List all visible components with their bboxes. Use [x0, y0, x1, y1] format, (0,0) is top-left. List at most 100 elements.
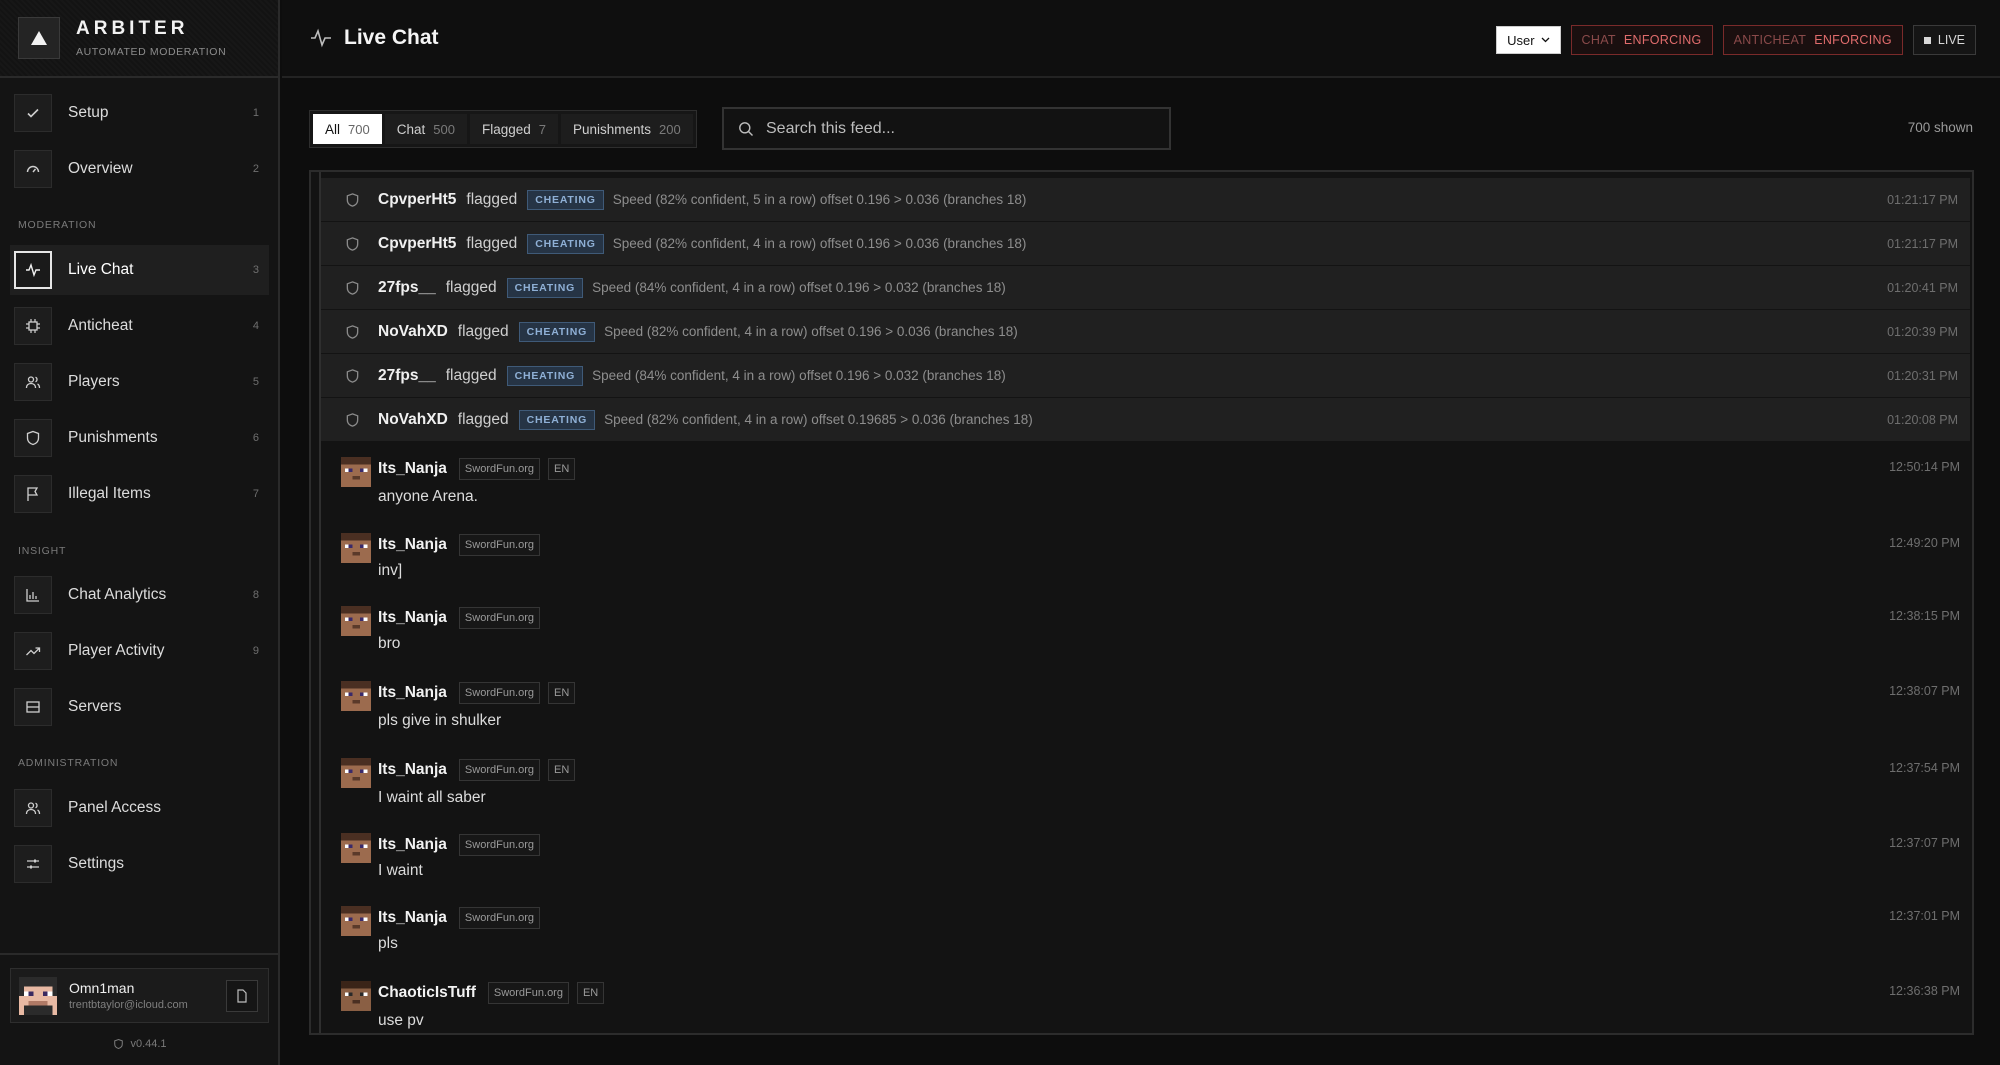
topbar: Live Chat User CHAT ENFORCING ANTICHEAT …	[282, 0, 2000, 78]
shield-icon	[346, 192, 359, 207]
message-text: bro	[378, 635, 401, 652]
filter-count: 500	[433, 121, 455, 137]
flag-row[interactable]: CpvperHt5 flagged CHEATING Speed (82% co…	[321, 178, 1970, 222]
player-name[interactable]: Its_Nanja	[378, 609, 447, 627]
search-icon	[739, 121, 753, 136]
activity-icon	[311, 28, 331, 48]
anticheat-status-badge[interactable]: ANTICHEAT ENFORCING	[1722, 25, 1903, 55]
player-name[interactable]: NoVahXD	[378, 411, 448, 429]
nav-item-panel-access[interactable]: Panel Access	[10, 783, 269, 833]
nav-shortcut: 7	[252, 488, 259, 500]
server-badge: SwordFun.org	[458, 534, 541, 556]
nav-item-setup[interactable]: Setup 1	[10, 88, 269, 138]
player-name[interactable]: Its_Nanja	[378, 836, 447, 854]
check-icon	[14, 94, 52, 132]
shield-icon	[114, 1038, 124, 1050]
nav-item-live-chat[interactable]: Live Chat 3	[10, 245, 269, 295]
status-value: ENFORCING	[1623, 33, 1702, 47]
filter-label: Punishments	[572, 121, 652, 137]
chat-message[interactable]: Its_Nanja SwordFun.org I waint 12:37:07 …	[321, 830, 1972, 902]
search-input[interactable]	[766, 119, 1146, 138]
nav-item-player-activity[interactable]: Player Activity 9	[10, 626, 269, 676]
nav-label: Punishments	[68, 429, 158, 446]
player-avatar	[341, 457, 371, 487]
player-name[interactable]: CpvperHt5	[378, 191, 456, 209]
cheating-tag: CHEATING	[506, 365, 584, 386]
flag-row[interactable]: NoVahXD flagged CHEATING Speed (82% conf…	[321, 398, 1970, 442]
flag-verb: flagged	[457, 410, 509, 428]
version-label: v0.44.1	[130, 1038, 167, 1050]
chat-message[interactable]: Its_Nanja SwordFun.org EN I waint all sa…	[321, 755, 1972, 827]
nav-item-illegal-items[interactable]: Illegal Items 7	[10, 469, 269, 519]
users-icon	[14, 363, 52, 401]
nav-shortcut: 1	[252, 107, 259, 119]
nav-item-anticheat[interactable]: Anticheat 4	[10, 301, 269, 351]
section-label-insight: INSIGHT	[18, 545, 67, 557]
chip-icon	[14, 307, 52, 345]
player-name[interactable]: 27fps__	[378, 367, 436, 385]
chat-message[interactable]: Its_Nanja SwordFun.org EN anyone Arena. …	[321, 454, 1972, 526]
player-name[interactable]: Its_Nanja	[378, 761, 447, 779]
flag-detail: Speed (82% confident, 4 in a row) offset…	[604, 324, 1018, 339]
timestamp: 01:21:17 PM	[1887, 237, 1958, 251]
nav-item-servers[interactable]: Servers	[10, 682, 269, 732]
nav-item-chat-analytics[interactable]: Chat Analytics 8	[10, 570, 269, 620]
server-badge: SwordFun.org	[458, 458, 541, 480]
player-name[interactable]: NoVahXD	[378, 323, 448, 341]
flag-detail: Speed (84% confident, 4 in a row) offset…	[592, 368, 1006, 383]
filter-punishments[interactable]: Punishments 200	[560, 114, 693, 144]
chat-message[interactable]: Its_Nanja SwordFun.org bro 12:38:15 PM	[321, 603, 1972, 675]
timestamp: 01:21:17 PM	[1887, 193, 1958, 207]
flag-detail: Speed (82% confident, 5 in a row) offset…	[612, 192, 1027, 207]
player-name[interactable]: CpvperHt5	[378, 235, 456, 253]
flag-verb: flagged	[466, 190, 518, 208]
chat-message[interactable]: ChaoticIsTuff SwordFun.org EN use pv 12:…	[321, 978, 1972, 1033]
chat-status-badge[interactable]: CHAT ENFORCING	[1570, 25, 1713, 55]
status-key: CHAT	[1581, 33, 1616, 47]
search-box	[722, 107, 1171, 150]
language-badge: EN	[576, 982, 605, 1004]
player-name[interactable]: 27fps__	[378, 279, 436, 297]
player-name[interactable]: Its_Nanja	[378, 684, 447, 702]
nav-shortcut: 8	[252, 589, 259, 601]
filter-all[interactable]: All 700	[313, 114, 382, 144]
flag-row[interactable]: CpvperHt5 flagged CHEATING Speed (82% co…	[321, 222, 1970, 266]
flag-row[interactable]: 27fps__ flagged CHEATING Speed (84% conf…	[321, 354, 1970, 398]
message-text: I waint	[378, 862, 423, 879]
shield-icon	[346, 368, 359, 383]
filter-chat[interactable]: Chat 500	[384, 114, 467, 144]
player-name[interactable]: Its_Nanja	[378, 536, 447, 554]
status-key: ANTICHEAT	[1733, 33, 1807, 47]
chat-message[interactable]: Its_Nanja SwordFun.org EN pls give in sh…	[321, 678, 1972, 750]
users-icon	[14, 789, 52, 827]
nav-item-punishments[interactable]: Punishments 6	[10, 413, 269, 463]
nav-label: Settings	[68, 855, 125, 872]
player-name[interactable]: ChaoticIsTuff	[378, 984, 476, 1002]
flag-row[interactable]: NoVahXD flagged CHEATING Speed (82% conf…	[321, 310, 1970, 354]
chevron-down-icon	[1541, 37, 1550, 43]
player-name[interactable]: Its_Nanja	[378, 460, 447, 478]
user-card[interactable]: Omn1man trentbtaylor@icloud.com	[10, 968, 269, 1023]
timestamp: 01:20:08 PM	[1887, 413, 1958, 427]
player-avatar	[341, 606, 371, 636]
nav-item-players[interactable]: Players 5	[10, 357, 269, 407]
chat-message[interactable]: Its_Nanja SwordFun.org inv] 12:49:20 PM	[321, 530, 1972, 602]
nav-item-overview[interactable]: Overview 2	[10, 144, 269, 194]
section-label-administration: ADMINISTRATION	[18, 757, 119, 769]
flag-row[interactable]: 27fps__ flagged CHEATING Speed (84% conf…	[321, 266, 1970, 310]
nav-label: Setup	[68, 104, 109, 121]
live-feed[interactable]: CpvperHt5 flagged CHEATING Speed (82% co…	[309, 170, 1974, 1035]
nav-shortcut: 4	[252, 320, 259, 332]
role-select[interactable]: User	[1496, 26, 1561, 54]
feed-filter-tabs: All 700 Chat 500 Flagged 7 Punishments 2…	[309, 110, 697, 148]
brand-logo-icon[interactable]	[18, 17, 60, 59]
live-toggle[interactable]: LIVE	[1912, 25, 1976, 55]
chat-message[interactable]: Its_Nanja SwordFun.org pls 12:37:01 PM	[321, 903, 1972, 975]
flag-verb: flagged	[466, 234, 518, 252]
player-name[interactable]: Its_Nanja	[378, 909, 447, 927]
flag-verb: flagged	[445, 366, 497, 384]
filter-count: 700	[348, 121, 370, 137]
filter-flagged[interactable]: Flagged 7	[469, 114, 558, 144]
logout-button[interactable]	[226, 979, 258, 1012]
nav-item-settings[interactable]: Settings	[10, 839, 269, 889]
